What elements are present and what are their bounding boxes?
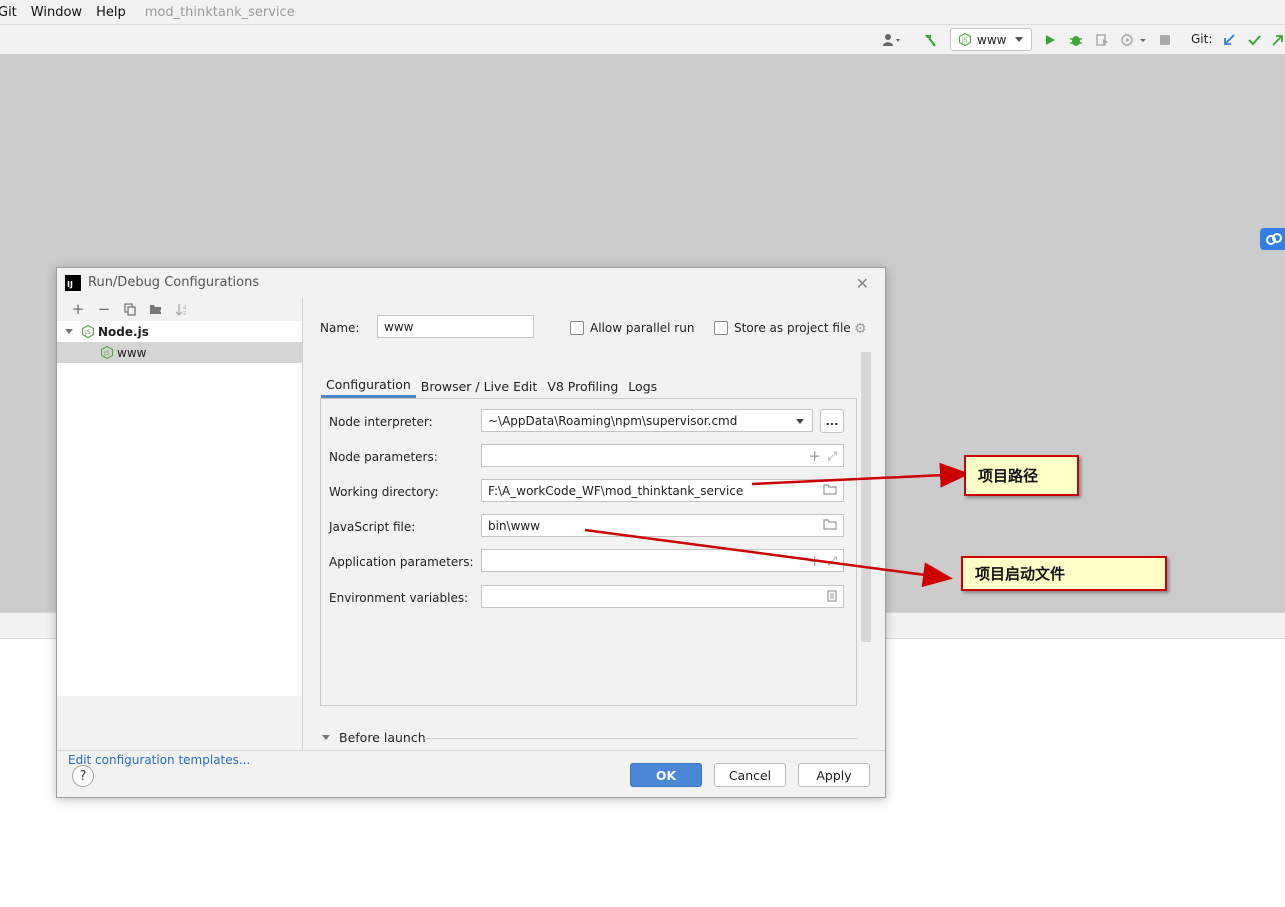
application-parameters-label: Application parameters: (329, 555, 474, 569)
cloud-sync-icon[interactable] (1260, 228, 1285, 250)
project-title: mod_thinktank_service (144, 4, 295, 20)
dialog-title: Run/Debug Configurations (88, 275, 260, 290)
run-config-select[interactable]: JS www (950, 28, 1032, 51)
tree-group-label: Node.js (98, 324, 149, 339)
build-hammer-icon[interactable] (920, 31, 940, 49)
config-tabs: Configuration Browser / Live Edit V8 Pro… (321, 374, 662, 398)
apply-button[interactable]: Apply (798, 763, 870, 787)
nodejs-icon: JS (82, 325, 94, 338)
browse-interpreter-button[interactable]: ... (820, 409, 844, 433)
working-directory-label: Working directory: (329, 485, 439, 499)
node-parameters-input[interactable]: + ⤢ (481, 444, 844, 467)
run-debug-dialog: IJ Run/Debug Configurations ✕ + − az JS … (56, 267, 886, 798)
svg-text:JS: JS (961, 37, 968, 44)
user-icon[interactable] (880, 31, 908, 49)
environment-variables-label: Environment variables: (329, 591, 469, 605)
gear-icon[interactable]: ⚙ (854, 321, 867, 337)
tab-configuration[interactable]: Configuration (321, 374, 416, 398)
sidebar-toolbar: + − az (57, 297, 302, 321)
close-icon[interactable]: ✕ (856, 274, 869, 293)
debug-icon[interactable] (1067, 31, 1085, 49)
dialog-title-bar: IJ Run/Debug Configurations (57, 268, 885, 297)
name-label: Name: (320, 321, 360, 335)
javascript-file-value: bin\www (488, 518, 541, 533)
allow-parallel-run-label: Allow parallel run (590, 321, 695, 335)
cancel-button[interactable]: Cancel (714, 763, 786, 787)
chevron-down-icon[interactable] (796, 419, 804, 424)
chevron-down-icon (1015, 37, 1023, 42)
svg-text:JS: JS (103, 350, 110, 357)
intellij-app-icon: IJ (65, 274, 81, 291)
node-interpreter-value: ~\AppData\Roaming\npm\supervisor.cmd (488, 413, 738, 428)
run-icon[interactable] (1042, 31, 1058, 49)
node-parameters-label: Node parameters: (329, 450, 438, 464)
tree-group-nodejs[interactable]: JS Node.js (57, 321, 302, 342)
application-parameters-input[interactable]: + ⤢ (481, 549, 844, 572)
dialog-footer: ? OK Cancel Apply (57, 750, 885, 798)
ok-button[interactable]: OK (630, 763, 702, 787)
nodejs-icon: JS (959, 33, 971, 46)
javascript-file-label: JavaScript file: (329, 520, 416, 534)
before-launch-label: Before launch (339, 730, 426, 745)
configuration-panel: Node interpreter: ~\AppData\Roaming\npm\… (320, 398, 857, 706)
divider (424, 738, 857, 739)
copy-icon[interactable] (117, 299, 143, 319)
working-directory-input[interactable]: F:\A_workCode_WF\mod_thinktank_service (481, 479, 844, 502)
chevron-down-icon[interactable] (322, 735, 330, 740)
menu-window[interactable]: Window (24, 5, 89, 20)
sort-icon[interactable]: az (169, 299, 195, 319)
add-icon[interactable]: + (65, 299, 91, 319)
folder-icon[interactable] (823, 484, 837, 498)
git-update-icon[interactable] (1221, 31, 1237, 49)
environment-variables-input[interactable] (481, 585, 844, 608)
configurations-sidebar: + − az JS Node.js JS www Edit configurat… (57, 297, 303, 767)
configuration-editor: Name: www Allow parallel run Store as pr… (304, 297, 887, 750)
scrollbar[interactable] (861, 352, 871, 642)
annotation-project-path: 项目路径 (964, 455, 1079, 496)
help-button[interactable]: ? (72, 765, 94, 787)
chevron-down-icon[interactable] (65, 329, 73, 334)
annotation-project-start-file: 项目启动文件 (961, 556, 1167, 591)
before-launch-toggle[interactable]: Before launch (322, 730, 426, 745)
node-interpreter-label: Node interpreter: (329, 415, 433, 429)
tree-item-label: www (117, 345, 147, 360)
git-label: Git: (1191, 32, 1213, 46)
working-directory-value: F:\A_workCode_WF\mod_thinktank_service (488, 483, 744, 498)
javascript-file-input[interactable]: bin\www (481, 514, 844, 537)
expand-icon[interactable]: ⤢ (827, 554, 837, 569)
store-as-project-file-checkbox[interactable] (714, 321, 728, 335)
folder-icon[interactable] (823, 519, 837, 533)
tab-browser-live-edit[interactable]: Browser / Live Edit (416, 374, 543, 398)
tree-item-www[interactable]: JS www (57, 342, 302, 363)
run-config-name: www (977, 32, 1007, 47)
menu-help[interactable]: Help (89, 5, 133, 20)
svg-text:JS: JS (84, 329, 91, 336)
remove-icon[interactable]: − (91, 299, 117, 319)
menu-git[interactable]: Git (0, 5, 24, 20)
document-icon[interactable] (827, 590, 837, 605)
git-push-icon[interactable] (1270, 31, 1285, 49)
svg-text:z: z (183, 310, 186, 316)
new-folder-icon[interactable] (143, 299, 169, 319)
main-toolbar: JS www (0, 25, 1285, 55)
nodejs-icon: JS (101, 346, 113, 359)
store-as-project-file-label: Store as project file (734, 321, 851, 335)
node-interpreter-select[interactable]: ~\AppData\Roaming\npm\supervisor.cmd (481, 409, 813, 432)
expand-icon[interactable]: ⤢ (827, 449, 837, 464)
coverage-icon[interactable] (1093, 31, 1111, 49)
stop-icon[interactable] (1157, 31, 1173, 49)
allow-parallel-run-checkbox[interactable] (570, 321, 584, 335)
tab-logs[interactable]: Logs (623, 374, 662, 398)
name-input[interactable]: www (377, 315, 534, 338)
profiler-icon[interactable] (1118, 31, 1150, 49)
git-commit-icon[interactable] (1246, 31, 1262, 49)
configurations-tree: JS Node.js JS www (57, 321, 302, 696)
menu-bar: Git Window Help mod_thinktank_service (0, 0, 1285, 25)
add-icon[interactable]: + (808, 552, 821, 570)
tab-v8-profiling[interactable]: V8 Profiling (542, 374, 623, 398)
add-icon[interactable]: + (808, 447, 821, 465)
